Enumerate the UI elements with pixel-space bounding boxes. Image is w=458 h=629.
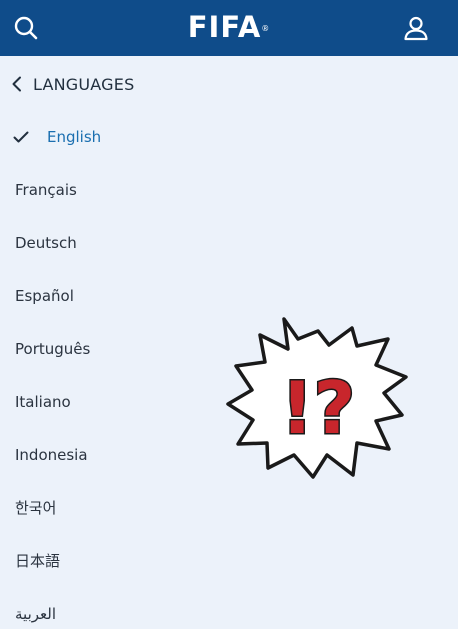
language-label: العربية [15,604,56,623]
exclamation-question-burst-icon: !? [226,317,408,479]
language-label: 日本語 [15,552,61,570]
language-label: 한국어 [15,499,57,517]
language-option-arabic[interactable]: العربية [0,587,458,629]
language-label: Indonesia [15,445,88,464]
language-label: Italiano [15,392,71,411]
language-option-french[interactable]: Français [0,163,458,216]
account-button[interactable] [396,8,436,48]
language-option-korean[interactable]: 한국어 [0,481,458,534]
language-label: Français [15,180,77,199]
language-label: Español [15,286,74,305]
logo-text: FIFA [187,10,262,44]
language-option-english[interactable]: English [0,110,458,163]
registered-mark: ® [261,24,271,33]
language-label: Deutsch [15,233,77,252]
language-option-japanese[interactable]: 日本語 [0,534,458,587]
burst-text: !? [281,366,356,450]
fifa-logo[interactable]: FIFA® [0,10,458,44]
language-label: English [47,127,102,146]
top-app-bar: FIFA® [0,0,458,56]
user-icon [404,16,428,41]
app-screen: FIFA® LANGUAGES English Français Deutsch… [0,0,458,629]
page-title: LANGUAGES [33,74,135,94]
language-option-german[interactable]: Deutsch [0,216,458,269]
chevron-left-icon[interactable] [9,76,25,92]
language-label: Português [15,339,91,358]
back-navigation[interactable]: LANGUAGES [0,66,458,102]
checkmark-icon [13,131,29,143]
